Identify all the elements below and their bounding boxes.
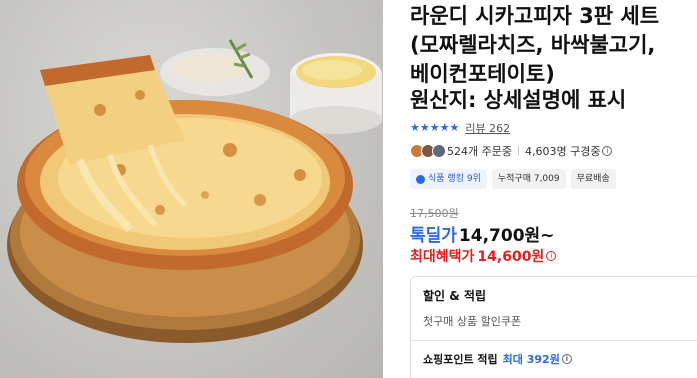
info-icon[interactable]: i — [602, 146, 613, 156]
info-icon[interactable]: i — [546, 251, 557, 261]
points-value: 최대 392원 — [502, 353, 560, 366]
deal-label: 톡딜가 — [410, 226, 457, 246]
product-info-panel: 라운디 시카고피자 3판 세트 (모짜렐라치즈, 바싹불고기, 베이컨포테이토)… — [410, 0, 697, 378]
max-benefit-row: 최대혜택가 14,600원 i — [410, 246, 557, 266]
star-icon: ★ — [429, 121, 440, 134]
points-row: 쇼핑포인트 적립 최대 392원 i — [423, 351, 697, 367]
max-benefit-price: 14,600원 — [477, 249, 545, 265]
star-rating: ★ ★ ★ ★ ★ — [410, 122, 459, 134]
cumulative-purchase-badge: 누적구매 7,009 — [491, 169, 566, 189]
pizza-photo — [7, 39, 382, 343]
buyer-avatars — [410, 144, 446, 158]
review-count-link[interactable]: 리뷰 262 — [465, 120, 510, 136]
benefit-box: 할인 & 적립 첫구매 상품 할인쿠폰 쇼핑포인트 적립 최대 392원 i — [410, 276, 697, 378]
deal-price: 14,700원~ — [458, 226, 555, 246]
free-shipping-badge: 무료배송 — [570, 169, 616, 189]
product-title: 라운디 시카고피자 3판 세트 (모짜렐라치즈, 바싹불고기, 베이컨포테이토) — [410, 2, 697, 89]
ranking-label: 식품 랭킹 9위 — [428, 174, 481, 184]
max-benefit-label: 최대혜택가 — [410, 249, 475, 265]
title-line-3: 베이컨포테이토) — [410, 62, 555, 86]
title-line-1: 라운디 시카고피자 3판 세트 — [410, 4, 660, 28]
coupon-text[interactable]: 첫구매 상품 할인쿠폰 — [423, 313, 697, 329]
star-icon: ★ — [449, 121, 460, 134]
benefit-title: 할인 & 적립 — [423, 289, 486, 303]
rating-row: ★ ★ ★ ★ ★ 리뷰 262 — [410, 120, 510, 136]
ranking-icon — [416, 174, 425, 184]
divider — [411, 340, 697, 341]
star-icon: ★ — [419, 121, 430, 134]
badge-row: 식품 랭킹 9위 누적구매 7,009 무료배송 — [410, 169, 616, 189]
origin-label: 원산지: 상세설명에 표시 — [410, 88, 627, 112]
product-image[interactable] — [0, 0, 383, 378]
order-count: 524개 주문중 — [447, 145, 512, 158]
title-line-2: (모짜렐라치즈, 바싹불고기, — [410, 33, 656, 57]
points-label: 쇼핑포인트 적립 — [423, 353, 498, 366]
buyers-row: 524개 주문중 4,603명 구경중 i — [410, 143, 613, 159]
info-icon[interactable]: i — [561, 354, 572, 364]
star-icon: ★ — [439, 121, 450, 134]
star-icon: ★ — [410, 121, 420, 134]
avatar — [432, 144, 446, 158]
original-price: 17,500원 — [410, 207, 459, 220]
viewer-count: 4,603명 구경중 — [524, 145, 601, 158]
deal-price-row: 톡딜가 14,700원~ — [410, 221, 554, 246]
ranking-badge[interactable]: 식품 랭킹 9위 — [410, 169, 487, 189]
divider — [517, 146, 519, 156]
